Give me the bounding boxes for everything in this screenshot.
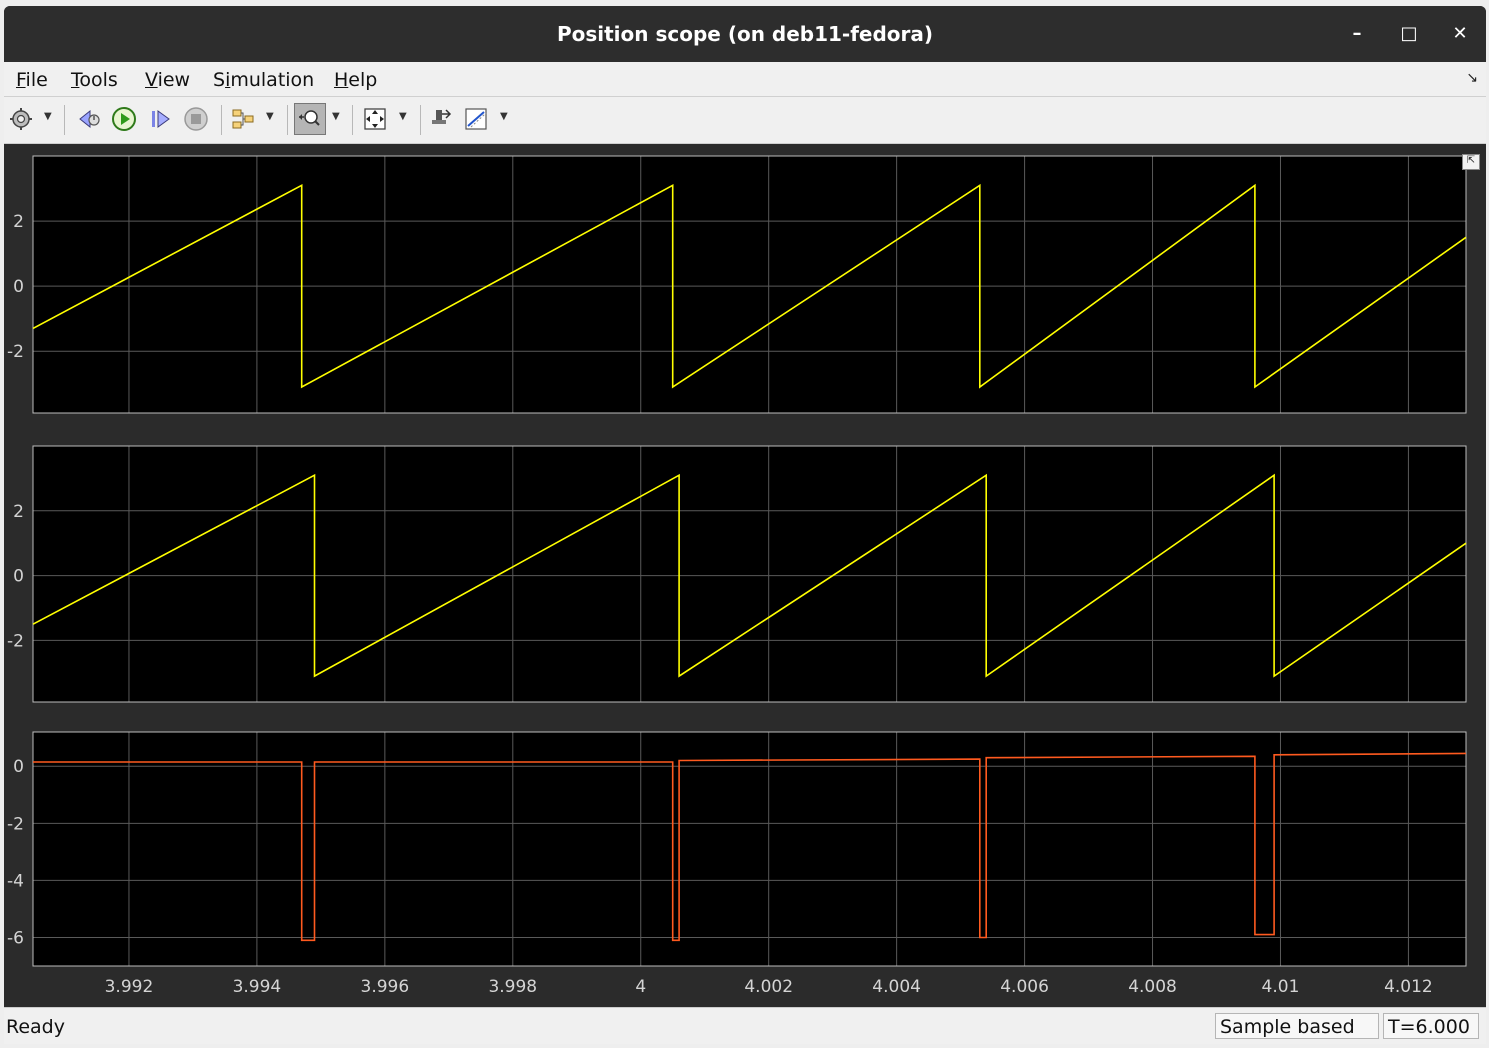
menu-help[interactable]: Help [334,69,377,91]
x-tick-label: 3.996 [361,977,410,997]
menu-tools[interactable]: Tools [71,69,118,91]
axes-background [33,156,1466,413]
status-bar: Ready Sample based T=6.000 [4,1007,1486,1044]
measurements-icon[interactable] [463,106,489,132]
y-tick-label: -4 [7,871,24,891]
menu-file-mnemonic: F [16,69,26,91]
y-tick-label: 2 [13,502,24,522]
menu-view[interactable]: View [145,69,190,91]
toolbar: ▼ ▼ ▼ ▼ ▼ [4,97,1486,144]
scope-plot-area: 2 0 -2 2 0 -2 0 -2 -4 -6 3.992 3.994 3.996 3.998 4 4.00… [4,144,1486,1006]
measurements-dropdown-icon[interactable]: ▼ [500,111,508,122]
autoscale-dropdown-icon[interactable]: ▼ [399,111,407,122]
settings-icon[interactable] [8,106,34,132]
x-tick-label: 4.008 [1128,977,1177,997]
toolbar-separator [64,105,65,135]
y-tick-label: 0 [13,757,24,777]
status-ready: Ready [6,1016,65,1038]
x-tick-label: 4.004 [872,977,921,997]
signal-selector-dropdown-icon[interactable]: ▼ [266,111,274,122]
x-tick-label: 4.006 [1000,977,1049,997]
axes-background [33,446,1466,702]
zoom-x-icon[interactable] [294,103,326,135]
menu-simulation-label: mulation [230,69,315,91]
x-tick-label: 4.01 [1262,977,1300,997]
sample-mode-indicator: Sample based [1215,1013,1379,1039]
scope-axes-3[interactable]: 0 -2 -4 -6 3.992 3.994 3.996 3.998 4 4.002 4.004 4.… [7,731,1467,997]
x-tick-label: 4.012 [1384,977,1433,997]
x-tick-label: 3.992 [105,977,154,997]
y-tick-label: 2 [13,212,24,232]
x-tick-label: 3.998 [488,977,537,997]
simulation-time: T=6.000 [1383,1013,1479,1039]
scope-axes-1[interactable]: 2 0 -2 [7,155,1467,414]
axes-background [33,732,1466,966]
undock-icon[interactable]: ⇱ [1462,154,1480,170]
menu-file-label: ile [25,69,48,91]
menu-bar: File Tools View Simulation Help ↘ [4,62,1486,97]
y-tick-label: -2 [7,631,24,651]
settings-dropdown-icon[interactable]: ▼ [44,111,52,122]
menu-file[interactable]: File [16,69,48,91]
autoscale-icon[interactable] [362,106,388,132]
menu-expand-icon[interactable]: ↘ [1466,70,1478,86]
step-back-icon[interactable] [76,106,102,132]
signal-selector-icon[interactable] [230,106,256,132]
stop-icon[interactable] [183,106,209,132]
toolbar-separator [420,105,421,135]
highlight-block-icon[interactable] [428,106,454,132]
scope-axes-2[interactable]: 2 0 -2 [7,445,1467,703]
menu-view-label: iew [157,69,191,91]
x-tick-label: 4 [635,977,646,997]
menu-tools-label: ools [79,69,118,91]
title-bar[interactable]: Position scope (on deb11-fedora) – □ ✕ [4,6,1486,62]
toolbar-separator [287,105,288,135]
menu-view-mnemonic: V [145,69,158,91]
x-tick-label: 3.994 [233,977,282,997]
y-tick-label: -6 [7,928,24,948]
run-icon[interactable] [111,106,137,132]
minimize-icon[interactable]: – [1342,20,1372,48]
window-title: Position scope (on deb11-fedora) [556,22,934,46]
y-tick-label: 0 [13,567,24,587]
close-icon[interactable]: ✕ [1445,20,1475,48]
menu-simulation[interactable]: Simulation [213,69,314,91]
y-tick-label: 0 [13,277,24,297]
x-tick-label: 4.002 [744,977,793,997]
step-forward-icon[interactable] [147,106,173,132]
menu-help-mnemonic: H [334,69,349,91]
menu-help-label: elp [348,69,378,91]
toolbar-separator [352,105,353,135]
maximize-icon[interactable]: □ [1394,20,1424,48]
y-tick-label: -2 [7,814,24,834]
menu-simulation-prefix: S [213,69,226,91]
scope-window: Position scope (on deb11-fedora) – □ ✕ F… [4,6,1486,1044]
y-tick-label: -2 [7,342,24,362]
toolbar-separator [221,105,222,135]
zoom-dropdown-icon[interactable]: ▼ [332,111,340,122]
scope-figure: 2 0 -2 2 0 -2 0 -2 -4 -6 3.992 3.994 3.996 3.998 4 4.00… [7,155,1467,997]
